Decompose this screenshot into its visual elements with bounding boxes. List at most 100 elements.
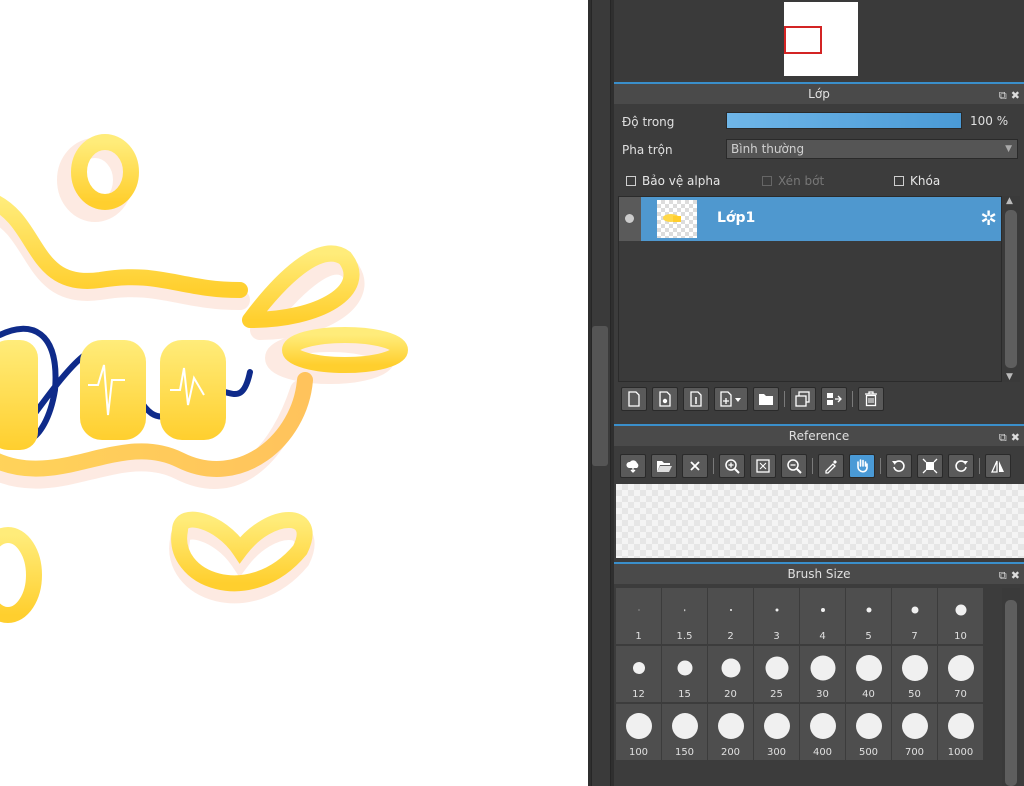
load-cloud-button[interactable] [620, 454, 646, 478]
brush-size-1[interactable]: 1 [616, 588, 662, 644]
zoom-in-button[interactable] [719, 454, 745, 478]
checkbox-box[interactable] [762, 176, 772, 186]
layer-list[interactable]: Lớp1 ✲ [618, 196, 1002, 382]
close-reference-button[interactable] [682, 454, 708, 478]
rotate-left-button[interactable] [886, 454, 912, 478]
brush-size-12[interactable]: 12 [616, 646, 662, 702]
close-panel-icon[interactable]: ✖ [1011, 89, 1020, 102]
navigator-view-rect[interactable] [784, 26, 822, 54]
brush-size-7[interactable]: 7 [892, 588, 938, 644]
layer-list-scrollbar[interactable]: ▲ ▼ [1002, 196, 1020, 382]
brush-size-70[interactable]: 70 [938, 646, 984, 702]
scroll-up-icon[interactable]: ▲ [1006, 196, 1013, 206]
close-panel-icon[interactable]: ✖ [1011, 569, 1020, 582]
layer-scroll-thumb[interactable] [1005, 210, 1017, 368]
add-layer-menu-button[interactable] [714, 387, 748, 411]
brush-size-4[interactable]: 4 [800, 588, 846, 644]
checkbox-box[interactable] [626, 176, 636, 186]
canvas-scroll-thumb[interactable] [592, 326, 608, 466]
eyedropper-button[interactable] [818, 454, 844, 478]
float-window-icon[interactable]: ⧉ [999, 431, 1007, 444]
brush-size-label: 30 [816, 689, 829, 700]
brush-scroll-thumb[interactable] [1005, 600, 1017, 786]
brush-size-500[interactable]: 500 [846, 704, 892, 760]
open-folder-button[interactable] [651, 454, 677, 478]
rotate-right-button[interactable] [948, 454, 974, 478]
brush-size-1.5[interactable]: 1.5 [662, 588, 708, 644]
brush-size-5[interactable]: 5 [846, 588, 892, 644]
brush-size-label: 300 [766, 747, 787, 758]
layer-visibility-toggle[interactable] [619, 197, 641, 241]
folder-icon [759, 394, 773, 405]
brush-size-scrollbar[interactable] [1002, 588, 1020, 786]
layer-row[interactable]: Lớp1 ✲ [619, 197, 1001, 241]
brush-size-10[interactable]: 10 [938, 588, 984, 644]
new-layer-icon [628, 391, 640, 407]
close-panel-icon[interactable]: ✖ [1011, 431, 1020, 444]
navigator-thumbnail[interactable] [784, 2, 858, 76]
toolbar-divider [880, 458, 881, 474]
brush-size-200[interactable]: 200 [708, 704, 754, 760]
opacity-slider[interactable] [726, 112, 962, 129]
duplicate-layer-button[interactable] [790, 387, 816, 411]
brush-size-30[interactable]: 30 [800, 646, 846, 702]
brush-size-label: 1000 [947, 747, 974, 758]
merge-layer-button[interactable] [821, 387, 847, 411]
brush-size-15[interactable]: 15 [662, 646, 708, 702]
brush-dot [866, 607, 871, 613]
scroll-down-icon[interactable]: ▼ [1006, 372, 1013, 382]
brush-size-400[interactable]: 400 [800, 704, 846, 760]
hand-tool-button[interactable] [849, 454, 875, 478]
brush-panel-header: Brush Size ⧉ ✖ [614, 562, 1024, 584]
zoom-out-button[interactable] [781, 454, 807, 478]
new-halftone-layer-button[interactable] [652, 387, 678, 411]
blend-mode-select[interactable]: Bình thường ▼ [726, 139, 1018, 159]
brush-size-label: 15 [678, 689, 691, 700]
new-folder-button[interactable] [753, 387, 779, 411]
new-layer-button[interactable] [621, 387, 647, 411]
navigator-panel[interactable] [614, 0, 1024, 80]
flip-button[interactable] [985, 454, 1011, 478]
new-halftone-layer-icon [659, 391, 671, 407]
protect-alpha-checkbox[interactable]: Bảo vệ alpha [626, 174, 720, 188]
brush-size-25[interactable]: 25 [754, 646, 800, 702]
brush-size-3[interactable]: 3 [754, 588, 800, 644]
brush-size-300[interactable]: 300 [754, 704, 800, 760]
brush-dot [947, 713, 974, 739]
brush-dot [810, 655, 835, 681]
new-1bit-layer-button[interactable] [683, 387, 709, 411]
delete-layer-button[interactable] [858, 387, 884, 411]
gear-icon[interactable]: ✲ [980, 207, 997, 229]
brush-size-20[interactable]: 20 [708, 646, 754, 702]
lock-checkbox[interactable]: Khóa [894, 174, 940, 188]
brush-size-label: 7 [911, 631, 918, 642]
reference-canvas[interactable] [616, 484, 1024, 558]
drawing-canvas[interactable] [0, 0, 588, 786]
brush-size-2[interactable]: 2 [708, 588, 754, 644]
brush-size-1000[interactable]: 1000 [938, 704, 984, 760]
brush-dot [721, 658, 740, 678]
clipping-checkbox[interactable]: Xén bớt [762, 174, 824, 188]
brush-size-50[interactable]: 50 [892, 646, 938, 702]
blend-mode-label: Pha trộn [622, 143, 673, 157]
brush-size-label: 5 [865, 631, 872, 642]
new-1bit-layer-icon [690, 391, 702, 407]
float-window-icon[interactable]: ⧉ [999, 569, 1007, 582]
brush-size-label: 50 [908, 689, 921, 700]
float-window-icon[interactable]: ⧉ [999, 89, 1007, 102]
layer-panel-header: Lớp ⧉ ✖ [614, 82, 1024, 104]
brush-size-40[interactable]: 40 [846, 646, 892, 702]
brush-size-label: 40 [862, 689, 875, 700]
checkbox-box[interactable] [894, 176, 904, 186]
actual-size-button[interactable] [917, 454, 943, 478]
toolbar-divider [852, 391, 853, 407]
brush-size-150[interactable]: 150 [662, 704, 708, 760]
brush-size-100[interactable]: 100 [616, 704, 662, 760]
clipping-label: Xén bớt [778, 174, 825, 188]
canvas-vertical-scrollbar[interactable] [588, 0, 614, 786]
brush-size-label: 25 [770, 689, 783, 700]
duplicate-layer-icon [795, 391, 810, 407]
fit-view-button[interactable] [750, 454, 776, 478]
brush-size-700[interactable]: 700 [892, 704, 938, 760]
fit-icon [756, 459, 770, 473]
